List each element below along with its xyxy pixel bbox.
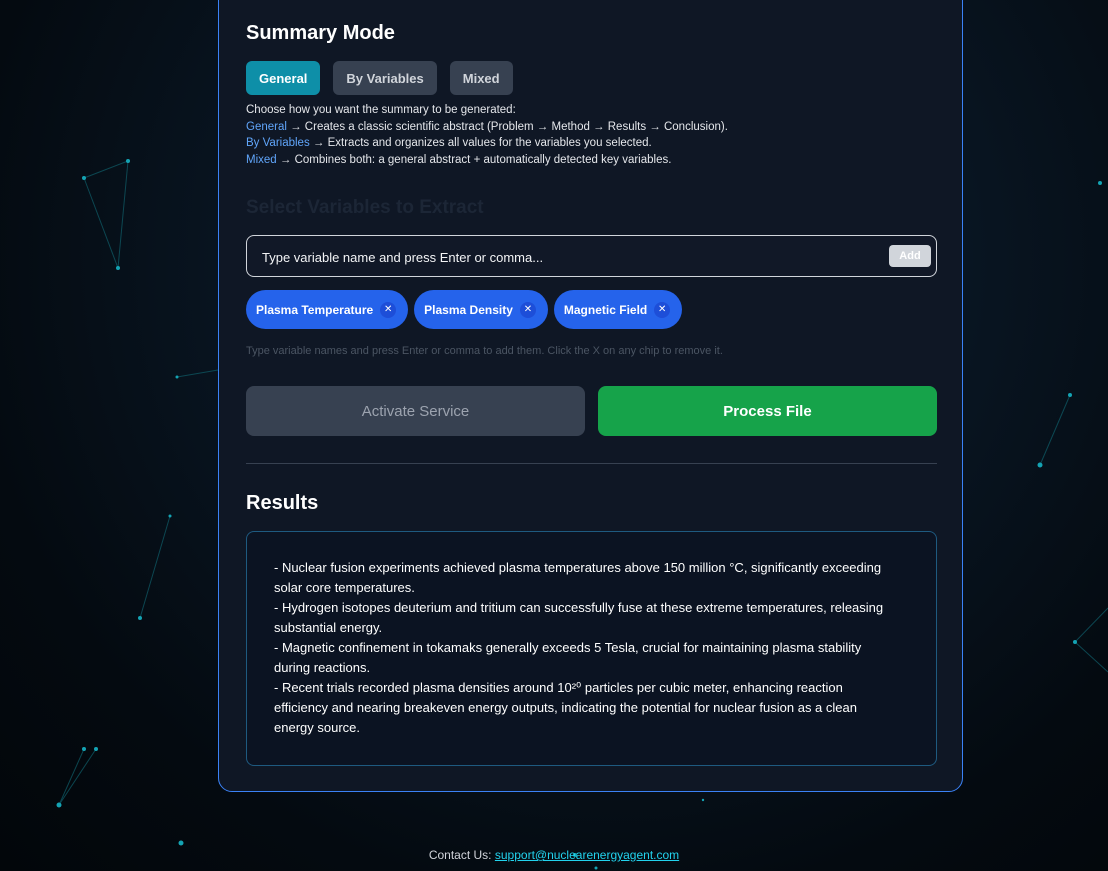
chip-plasma-temperature: Plasma Temperature ✕: [246, 290, 409, 329]
mode-text-general: → Creates a classic scientific abstract …: [286, 120, 728, 133]
result-line: energy source.: [274, 720, 360, 735]
footer: Contact Us: support@nuclearenergyagent.c…: [0, 848, 1108, 862]
variable-input[interactable]: [260, 236, 864, 278]
support-email-link[interactable]: support@nuclearenergyagent.com: [495, 848, 679, 862]
results-box: - Nuclear fusion experiments achieved pl…: [246, 531, 937, 766]
close-icon[interactable]: ✕: [519, 301, 536, 318]
process-file-button[interactable]: Process File: [598, 386, 937, 436]
chip-label: Plasma Temperature: [256, 302, 374, 317]
tab-by-variables[interactable]: By Variables: [333, 61, 437, 95]
summary-mode-tabs: General By Variables Mixed: [246, 61, 513, 95]
close-icon[interactable]: ✕: [654, 301, 671, 318]
mode-intro: Choose how you want the summary to be ge…: [246, 104, 516, 116]
mode-desc-general: General → Creates a classic scientific a…: [246, 119, 728, 136]
chip-label: Plasma Density: [424, 302, 513, 317]
mode-text-by-variables: → Extracts and organizes all values for …: [309, 137, 652, 150]
mode-desc-mixed: Mixed → Combines both: a general abstrac…: [246, 152, 728, 169]
variable-input-container: Add: [246, 235, 937, 278]
summary-mode-title: Summary Mode: [246, 22, 395, 44]
activate-service-button[interactable]: Activate Service: [246, 386, 585, 436]
result-line: substantial energy.: [274, 620, 383, 635]
results-title: Results: [246, 492, 319, 514]
chip-label: Magnetic Field: [563, 302, 648, 317]
mode-desc-by-variables: By Variables → Extracts and organizes al…: [246, 135, 728, 152]
variable-chips: Plasma Temperature ✕ Plasma Density ✕ Ma…: [246, 290, 683, 329]
mode-text-mixed: → Combines both: a general abstract + au…: [276, 154, 672, 167]
result-line: - Nuclear fusion experiments achieved pl…: [274, 560, 882, 575]
result-line: during reactions.: [274, 660, 371, 675]
result-line: efficiency and nearing breakeven energy …: [274, 700, 857, 715]
result-line: - Magnetic confinement in tokamaks gener…: [274, 640, 862, 655]
summary-mode-description: Choose how you want the summary to be ge…: [246, 102, 728, 169]
result-line: solar core temperatures.: [274, 580, 415, 595]
tab-general[interactable]: General: [246, 61, 321, 95]
mode-keyword-by-variables: By Variables: [246, 137, 310, 150]
mode-keyword-general: General: [246, 120, 287, 133]
section-divider: [246, 463, 937, 464]
tab-mixed[interactable]: Mixed: [449, 61, 513, 95]
add-variable-button[interactable]: Add: [889, 245, 931, 267]
chip-plasma-density: Plasma Density ✕: [414, 290, 548, 329]
variables-hint: Type variable names and press Enter or c…: [246, 345, 723, 357]
close-icon[interactable]: ✕: [380, 301, 397, 318]
chip-magnetic-field: Magnetic Field ✕: [553, 290, 683, 329]
contact-label: Contact Us:: [428, 848, 492, 862]
variables-heading: Select Variables to Extract: [246, 197, 484, 218]
result-line: - Recent trials recorded plasma densitie…: [274, 680, 843, 695]
mode-keyword-mixed: Mixed: [246, 154, 277, 167]
result-line: - Hydrogen isotopes deuterium and tritiu…: [274, 600, 884, 615]
